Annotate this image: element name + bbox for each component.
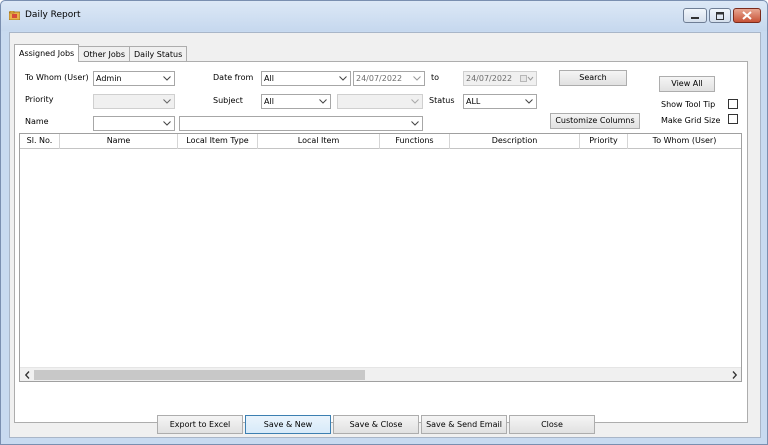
- column-header-local-item-type[interactable]: Local Item Type: [178, 134, 258, 149]
- save-close-button[interactable]: Save & Close: [333, 415, 419, 434]
- scroll-left-icon[interactable]: [20, 368, 34, 382]
- date-from-label: Date from: [213, 73, 254, 82]
- to-date: 24/07/2022: [466, 74, 513, 83]
- date-from-picker[interactable]: 24/07/2022: [353, 71, 425, 86]
- close-button[interactable]: Close: [509, 415, 595, 434]
- show-tool-tip-checkbox[interactable]: [728, 99, 738, 109]
- tab-strip: Assigned Jobs Other Jobs Daily Status: [14, 44, 188, 62]
- to-whom-label: To Whom (User): [25, 73, 89, 82]
- to-date-picker[interactable]: 24/07/2022: [463, 71, 537, 86]
- app-icon: [9, 11, 20, 20]
- chevron-down-icon: [160, 117, 174, 130]
- search-button[interactable]: Search: [559, 70, 627, 86]
- to-whom-combo[interactable]: Admin: [93, 71, 175, 86]
- status-label: Status: [429, 96, 455, 105]
- close-window-button[interactable]: [733, 8, 761, 23]
- tab-daily-status[interactable]: Daily Status: [129, 46, 188, 62]
- column-header-name[interactable]: Name: [60, 134, 178, 149]
- name-combo[interactable]: [93, 116, 175, 131]
- to-whom-value: Admin: [96, 74, 122, 83]
- subject-combo[interactable]: All: [261, 94, 331, 109]
- maximize-button[interactable]: [709, 8, 731, 23]
- column-header-sl-no[interactable]: Sl. No.: [20, 134, 60, 149]
- chevron-down-icon: [336, 72, 350, 85]
- name-label: Name: [25, 117, 49, 126]
- chevron-down-icon: [160, 95, 174, 108]
- column-header-functions[interactable]: Functions: [380, 134, 450, 149]
- subject-label: Subject: [213, 96, 243, 105]
- date-from-value: All: [264, 74, 274, 83]
- minimize-icon: [691, 16, 699, 19]
- maximize-icon: [716, 11, 724, 20]
- column-header-to-whom[interactable]: To Whom (User): [628, 134, 741, 149]
- column-header-description[interactable]: Description: [450, 134, 580, 149]
- date-from-combo[interactable]: All: [261, 71, 351, 86]
- close-icon: [742, 11, 752, 20]
- minimize-button[interactable]: [683, 8, 707, 23]
- subject-detail-combo[interactable]: [337, 94, 423, 109]
- chevron-down-icon: [408, 117, 422, 130]
- column-header-priority[interactable]: Priority: [580, 134, 628, 149]
- client-area: Assigned Jobs Other Jobs Daily Status To…: [9, 32, 761, 438]
- assigned-jobs-panel: To Whom (User) Admin Date from All 24/07…: [14, 61, 748, 423]
- priority-combo[interactable]: [93, 94, 175, 109]
- make-grid-size-checkbox[interactable]: [728, 114, 738, 124]
- window-title: Daily Report: [25, 10, 81, 20]
- save-send-email-button[interactable]: Save & Send Email: [421, 415, 507, 434]
- tab-assigned-jobs[interactable]: Assigned Jobs: [14, 44, 80, 62]
- scroll-right-icon[interactable]: [727, 368, 741, 382]
- grid-header: Sl. No. Name Local Item Type Local Item …: [20, 134, 741, 149]
- jobs-grid[interactable]: Sl. No. Name Local Item Type Local Item …: [19, 133, 742, 382]
- chevron-down-icon: [522, 95, 536, 108]
- tab-other-jobs[interactable]: Other Jobs: [78, 46, 130, 62]
- save-new-button[interactable]: Save & New: [245, 415, 331, 434]
- view-all-button[interactable]: View All: [659, 76, 715, 92]
- customize-columns-button[interactable]: Customize Columns: [550, 113, 640, 129]
- make-grid-size-label: Make Grid Size: [661, 116, 721, 125]
- status-combo[interactable]: ALL: [463, 94, 537, 109]
- date-from-date: 24/07/2022: [356, 74, 403, 83]
- chevron-down-icon: [160, 72, 174, 85]
- status-value: ALL: [466, 97, 481, 106]
- to-label: to: [431, 73, 440, 82]
- scrollbar-thumb[interactable]: [34, 370, 365, 380]
- show-tool-tip-label: Show Tool Tip: [661, 100, 716, 109]
- horizontal-scrollbar[interactable]: [20, 367, 741, 381]
- column-header-local-item[interactable]: Local Item: [258, 134, 380, 149]
- priority-label: Priority: [25, 95, 54, 104]
- chevron-down-icon: [410, 72, 424, 85]
- export-to-excel-button[interactable]: Export to Excel: [157, 415, 243, 434]
- chevron-down-icon: [408, 95, 422, 108]
- daily-report-window: Daily Report Assigned Jobs Other Jobs Da…: [0, 0, 768, 445]
- calendar-icon: [518, 72, 536, 85]
- title-bar[interactable]: Daily Report: [1, 1, 767, 31]
- name-detail-combo[interactable]: [179, 116, 423, 131]
- chevron-down-icon: [316, 95, 330, 108]
- subject-value: All: [264, 97, 274, 106]
